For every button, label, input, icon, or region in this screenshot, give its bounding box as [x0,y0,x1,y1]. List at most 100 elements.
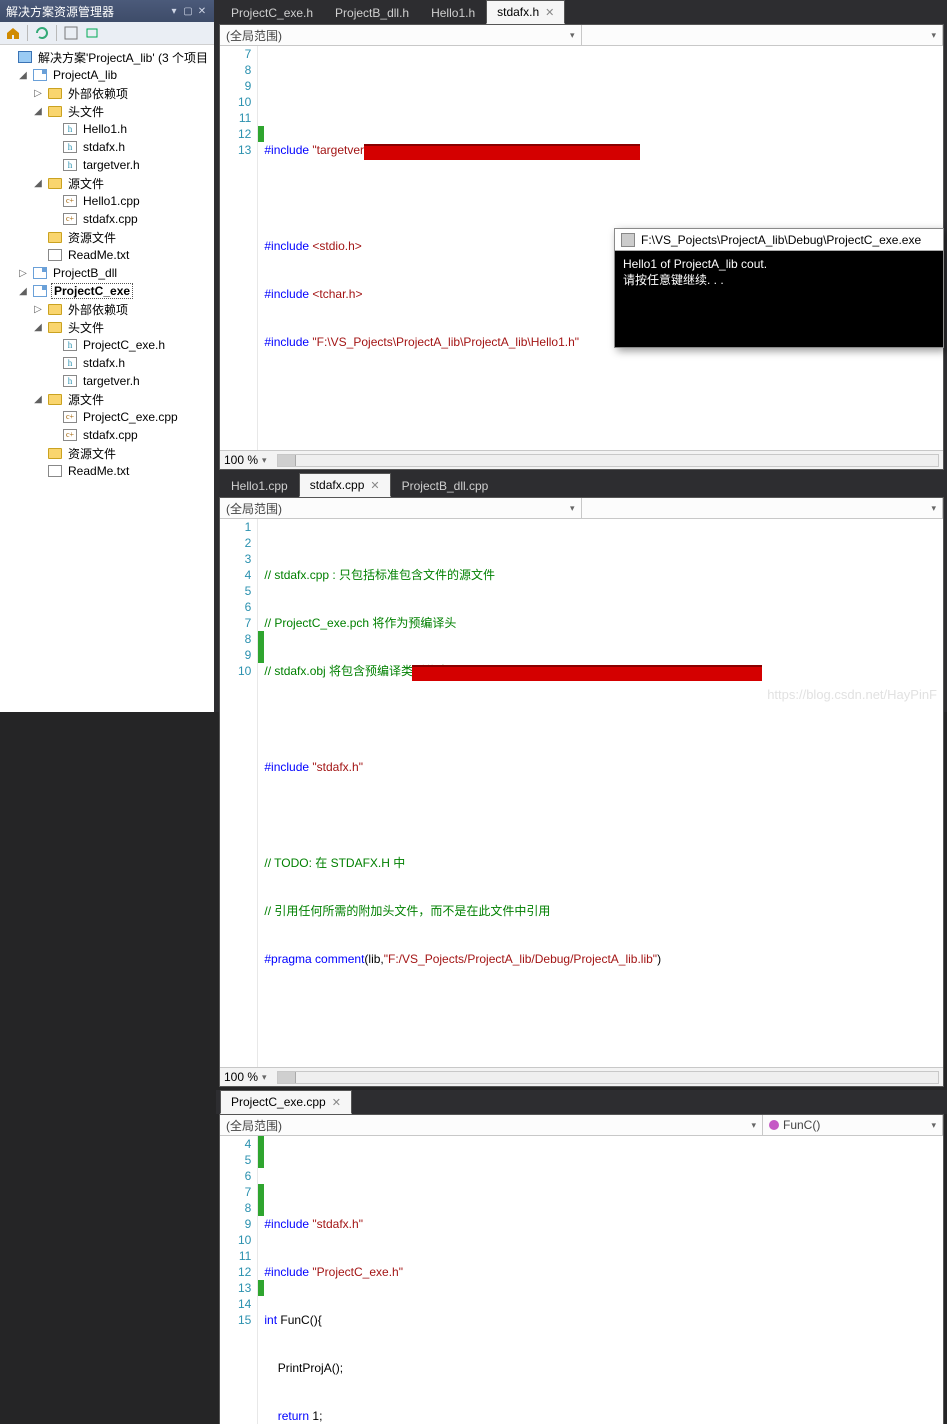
properties-icon[interactable] [63,25,79,41]
folder-src[interactable]: ◢源文件 [0,390,214,408]
console-titlebar[interactable]: F:\VS_Pojects\ProjectA_lib\Debug\Project… [615,229,943,251]
change-marker [258,1280,264,1296]
tab-projectb-dll-h[interactable]: ProjectB_dll.h [324,1,420,24]
project-icon [33,69,47,81]
folder-ext[interactable]: ▷外部依赖项 [0,84,214,102]
file-node[interactable]: c+Hello1.cpp [0,192,214,210]
scope-dropdown[interactable]: (全局范围)▾ [220,25,582,45]
editor-3: (全局范围)▾ FunC()▾ 456789101112131415 #incl… [219,1114,944,1424]
h-scrollbar[interactable] [277,454,939,467]
file-node[interactable]: c+stdafx.cpp [0,210,214,228]
folder-hdr[interactable]: ◢头文件 [0,102,214,120]
tab-bar-3: ProjectC_exe.cpp✕ [216,1090,947,1114]
txt-file-icon [48,249,62,261]
header-file-icon: h [63,123,77,135]
close-icon[interactable]: ✕ [196,5,208,17]
console-title: F:\VS_Pojects\ProjectA_lib\Debug\Project… [641,233,937,247]
tab-projectc-h[interactable]: ProjectC_exe.h [220,1,324,24]
home-icon[interactable] [5,25,21,41]
close-tab-icon[interactable]: ✕ [545,6,554,19]
tab-hello1-h[interactable]: Hello1.h [420,1,486,24]
show-all-icon[interactable] [85,25,101,41]
project-node-c[interactable]: ◢ProjectC_exe [0,282,214,300]
chevron-down-icon: ▾ [751,1120,756,1131]
editor-2: (全局范围)▾ ▾ 12345678910 // stdafx.cpp : 只包… [219,497,944,1087]
chevron-down-icon: ▾ [570,503,575,514]
tab-stdafx-cpp[interactable]: stdafx.cpp✕ [299,473,391,497]
change-marker [258,1136,264,1168]
h-scrollbar[interactable] [277,1071,939,1084]
solution-icon [18,51,32,63]
change-marker [258,126,264,142]
console-output: Hello1 of ProjectA_lib cout. 请按任意键继续. . … [615,251,943,295]
folder-res[interactable]: 资源文件 [0,444,214,462]
folder-hdr[interactable]: ◢头文件 [0,318,214,336]
header-file-icon: h [63,357,77,369]
scope-dropdown[interactable]: (全局范围)▾ [220,498,582,518]
txt-file-icon [48,465,62,477]
underline-annotation [412,665,762,681]
separator [56,25,57,41]
cpp-file-icon: c+ [63,195,77,207]
code-area[interactable]: 12345678910 // stdafx.cpp : 只包括标准包含文件的源文… [220,519,943,1067]
folder-src[interactable]: ◢源文件 [0,174,214,192]
close-tab-icon[interactable]: ✕ [370,479,379,492]
header-file-icon: h [63,339,77,351]
project-node-b[interactable]: ▷ProjectB_dll [0,264,214,282]
member-dropdown[interactable]: FunC()▾ [763,1115,943,1135]
close-tab-icon[interactable]: ✕ [332,1096,341,1109]
tab-projectc-exe-cpp[interactable]: ProjectC_exe.cpp✕ [220,1090,352,1114]
chevron-down-icon: ▾ [931,30,936,41]
panel-title-bar[interactable]: 解决方案资源管理器 ▾ ▢ ✕ [0,0,214,22]
file-node[interactable]: ReadMe.txt [0,462,214,480]
zoom-bar: 100 % ▾ [220,450,943,469]
refresh-icon[interactable] [34,25,50,41]
console-window[interactable]: F:\VS_Pojects\ProjectA_lib\Debug\Project… [614,228,944,348]
chevron-down-icon[interactable]: ▾ [262,1072,267,1083]
file-node[interactable]: hstdafx.h [0,138,214,156]
file-node[interactable]: hstdafx.h [0,354,214,372]
zoom-bar: 100 % ▾ [220,1067,943,1086]
file-node[interactable]: hProjectC_exe.h [0,336,214,354]
file-node[interactable]: c+stdafx.cpp [0,426,214,444]
gutter: 456789101112131415 [220,1136,258,1424]
project-node-a[interactable]: ◢ProjectA_lib [0,66,214,84]
file-node[interactable]: ReadMe.txt [0,246,214,264]
folder-icon [48,178,62,189]
chevron-down-icon[interactable]: ▾ [262,455,267,466]
scope-dropdown[interactable]: (全局范围)▾ [220,1115,763,1135]
tab-stdafx-h[interactable]: stdafx.h✕ [486,0,565,24]
panel-title: 解决方案资源管理器 [6,3,114,20]
cpp-file-icon: c+ [63,429,77,441]
dropdown-icon[interactable]: ▾ [168,5,180,17]
folder-icon [48,394,62,405]
header-file-icon: h [63,141,77,153]
zoom-value[interactable]: 100 % [224,1070,258,1084]
header-file-icon: h [63,375,77,387]
folder-ext[interactable]: ▷外部依赖项 [0,300,214,318]
chevron-down-icon: ▾ [570,30,575,41]
folder-res[interactable]: 资源文件 [0,228,214,246]
file-node[interactable]: c+ProjectC_exe.cpp [0,408,214,426]
file-node[interactable]: hHello1.h [0,120,214,138]
header-file-icon: h [63,159,77,171]
folder-icon [48,304,62,315]
file-node[interactable]: htargetver.h [0,372,214,390]
code-area[interactable]: 456789101112131415 #include "stdafx.h" #… [220,1136,943,1424]
tab-projectb-dll-cpp[interactable]: ProjectB_dll.cpp [391,474,500,497]
member-dropdown[interactable]: ▾ [582,498,944,518]
solution-node[interactable]: 解决方案'ProjectA_lib' (3 个项目 [0,48,214,66]
folder-icon [48,322,62,333]
method-icon [769,1120,779,1130]
tab-hello1-cpp[interactable]: Hello1.cpp [220,474,299,497]
chevron-down-icon: ▾ [931,1120,936,1131]
pin-icon[interactable]: ▢ [182,5,194,17]
file-node[interactable]: htargetver.h [0,156,214,174]
folder-icon [48,106,62,117]
cpp-file-icon: c+ [63,213,77,225]
zoom-value[interactable]: 100 % [224,453,258,467]
app-icon [621,233,635,247]
chevron-down-icon: ▾ [931,503,936,514]
member-dropdown[interactable]: ▾ [582,25,944,45]
solution-tree[interactable]: 解决方案'ProjectA_lib' (3 个项目 ◢ProjectA_lib … [0,45,214,712]
